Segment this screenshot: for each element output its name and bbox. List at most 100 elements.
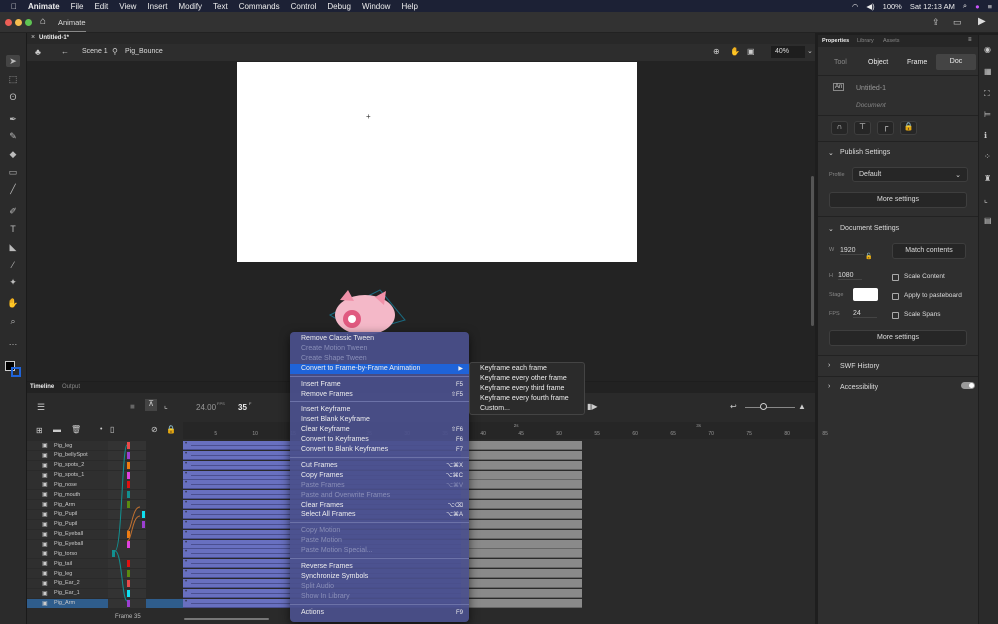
subselection-tool-icon[interactable]: ⬚ (6, 73, 20, 85)
lock-all-icon[interactable]: 🔒 (166, 425, 176, 434)
subtab-object[interactable]: Object (868, 59, 888, 66)
frame-span[interactable] (460, 480, 583, 490)
tab-properties[interactable]: Properties (822, 38, 849, 44)
highlight-dot-icon[interactable]: • (100, 426, 102, 433)
layer-name[interactable]: Pig_leg (54, 443, 72, 449)
graph-icon[interactable]: ⌞ (164, 401, 168, 410)
panel-menu-icon[interactable]: ≡ (968, 37, 972, 43)
frame-span[interactable] (460, 588, 583, 598)
delete-layer-icon[interactable]: 🗑 (71, 425, 81, 434)
current-frame-display[interactable]: 35 (238, 403, 247, 412)
layers-icon[interactable]: ☰ (37, 402, 45, 413)
stage-options-icon[interactable]: ♣ (35, 47, 41, 57)
outline-icon[interactable]: ▯ (110, 425, 114, 434)
control-center-icon[interactable]: ≡ (988, 2, 992, 11)
menu-app[interactable]: Animate (28, 2, 60, 11)
back-arrow-icon[interactable]: ← (61, 47, 69, 56)
layer-name[interactable]: Pig_mouth (54, 492, 80, 498)
rotate-stage-icon[interactable]: ✋ (730, 47, 740, 56)
frame-span[interactable] (460, 569, 583, 579)
rectangle-tool-icon[interactable]: ▭ (6, 166, 20, 178)
text-tool-icon[interactable]: T (6, 223, 20, 235)
breadcrumb-symbol[interactable]: Pig_Bounce (125, 48, 163, 55)
menu-item-reverse-frames[interactable]: Reverse Frames (290, 562, 469, 572)
stage-color-swatch[interactable] (853, 288, 878, 301)
menu-item-actions[interactable]: Actions F9 (290, 608, 469, 618)
frame-span[interactable] (460, 539, 583, 549)
menu-item-remove-frames[interactable]: Remove Frames ⇧F5 (290, 390, 469, 400)
frame-span[interactable] (460, 500, 583, 510)
frame-span[interactable] (460, 490, 583, 500)
lock-icon[interactable]: 🔒 (900, 121, 917, 135)
components-icon[interactable]: ♜ (984, 174, 991, 183)
match-contents-button[interactable]: Match contents (892, 243, 966, 259)
publish-settings-header[interactable]: Publish Settings (840, 149, 890, 156)
frame-span[interactable] (460, 509, 583, 519)
layer-name[interactable]: Pig_Eyeball (54, 531, 83, 537)
layer-name[interactable]: Pig_Eyeball (54, 541, 83, 547)
frame-zoom-slider[interactable] (745, 407, 795, 408)
visibility-icon[interactable]: ⊘ (151, 425, 158, 434)
frame-span[interactable] (460, 529, 583, 539)
menu-file[interactable]: File (71, 2, 84, 11)
layer-name[interactable]: Pig_Pupil (54, 521, 77, 527)
scale-spans-checkbox[interactable] (892, 312, 899, 319)
frame-span[interactable] (460, 598, 583, 608)
align-icon[interactable]: ⊨ (984, 110, 991, 119)
stage-scrollbar[interactable] (811, 176, 814, 326)
frame-size-icon[interactable]: ▲ (798, 402, 806, 411)
home-icon[interactable]: ⌂ (40, 16, 46, 27)
menu-commands[interactable]: Commands (239, 2, 280, 11)
menu-item-convert-to-blank-keyframes[interactable]: Convert to Blank Keyframes F7 (290, 445, 469, 455)
menu-item-cut-frames[interactable]: Cut Frames ⌥⌘X (290, 461, 469, 471)
scale-content-checkbox[interactable] (892, 274, 899, 281)
frame-ruler[interactable]: 5101520253035404550556065707580852s3s (183, 422, 828, 439)
frame-span[interactable] (460, 470, 583, 480)
timeline-h-scrollbar[interactable] (184, 618, 269, 620)
frame-span[interactable] (460, 559, 583, 569)
fps-input[interactable]: 24 (853, 310, 877, 318)
rulers-icon[interactable]: ┌ (877, 121, 894, 135)
profile-dropdown[interactable]: Default ⌄ (852, 167, 968, 182)
layer-name[interactable]: Pig_Arm (54, 502, 75, 508)
frame-span[interactable] (460, 441, 583, 450)
search-icon[interactable]: ⌕ (963, 1, 967, 11)
layer-name[interactable]: Pig_Arm (54, 600, 75, 606)
tab-output[interactable]: Output (62, 384, 80, 390)
layer-name[interactable]: Pig_tail (54, 561, 72, 567)
menu-text[interactable]: Text (213, 2, 228, 11)
accessibility-toggle[interactable] (961, 382, 975, 389)
chevron-down-icon[interactable]: ⌄ (828, 149, 834, 157)
menu-item-select-all-frames[interactable]: Select All Frames ⌥⌘A (290, 510, 469, 520)
share-icon[interactable]: ⇪ (932, 17, 940, 28)
line-tool-icon[interactable]: ╱ (6, 183, 20, 195)
siri-icon[interactable]: ● (975, 2, 980, 11)
motion-editor-icon[interactable]: ⌞ (984, 195, 988, 204)
menu-item-insert-frame[interactable]: Insert Frame F5 (290, 380, 469, 390)
tab-timeline[interactable]: Timeline (30, 384, 54, 390)
stage[interactable]: + (237, 62, 637, 262)
menu-view[interactable]: View (119, 2, 136, 11)
pen-tool-icon[interactable]: ✒ (6, 113, 20, 125)
zoom-window-button[interactable] (25, 19, 32, 26)
layer-name[interactable]: Pig_torso (54, 551, 77, 557)
apply-pasteboard-checkbox[interactable] (892, 293, 899, 300)
pencil-tool-icon[interactable]: ✐ (6, 205, 20, 217)
document-more-settings-button[interactable]: More settings (829, 330, 967, 346)
layer-name[interactable]: Pig_nose (54, 482, 77, 488)
menu-item-clear-frames[interactable]: Clear Frames ⌥⌫ (290, 501, 469, 511)
fps-display[interactable]: 24.00 (196, 403, 216, 412)
layer-name[interactable]: Pig_Ear_2 (54, 580, 80, 586)
paint-bucket-icon[interactable]: ◣ (6, 241, 20, 253)
layer-name[interactable]: Pig_bellySpot (54, 452, 88, 458)
breadcrumb-scene[interactable]: Scene 1 (82, 48, 108, 55)
menu-help[interactable]: Help (401, 2, 417, 11)
workspace-icon[interactable]: ▭ (953, 17, 962, 28)
lasso-tool-icon[interactable]: ʘ (6, 91, 20, 103)
menu-item-remove-classic-tween[interactable]: Remove Classic Tween (290, 334, 469, 344)
layer-name[interactable]: Pig_Ear_1 (54, 590, 80, 596)
volume-icon[interactable]: ◀) (866, 2, 874, 11)
info-icon[interactable]: ℹ (984, 131, 987, 140)
minimize-window-button[interactable] (15, 19, 22, 26)
guides-icon[interactable]: ⊤ (854, 121, 871, 135)
